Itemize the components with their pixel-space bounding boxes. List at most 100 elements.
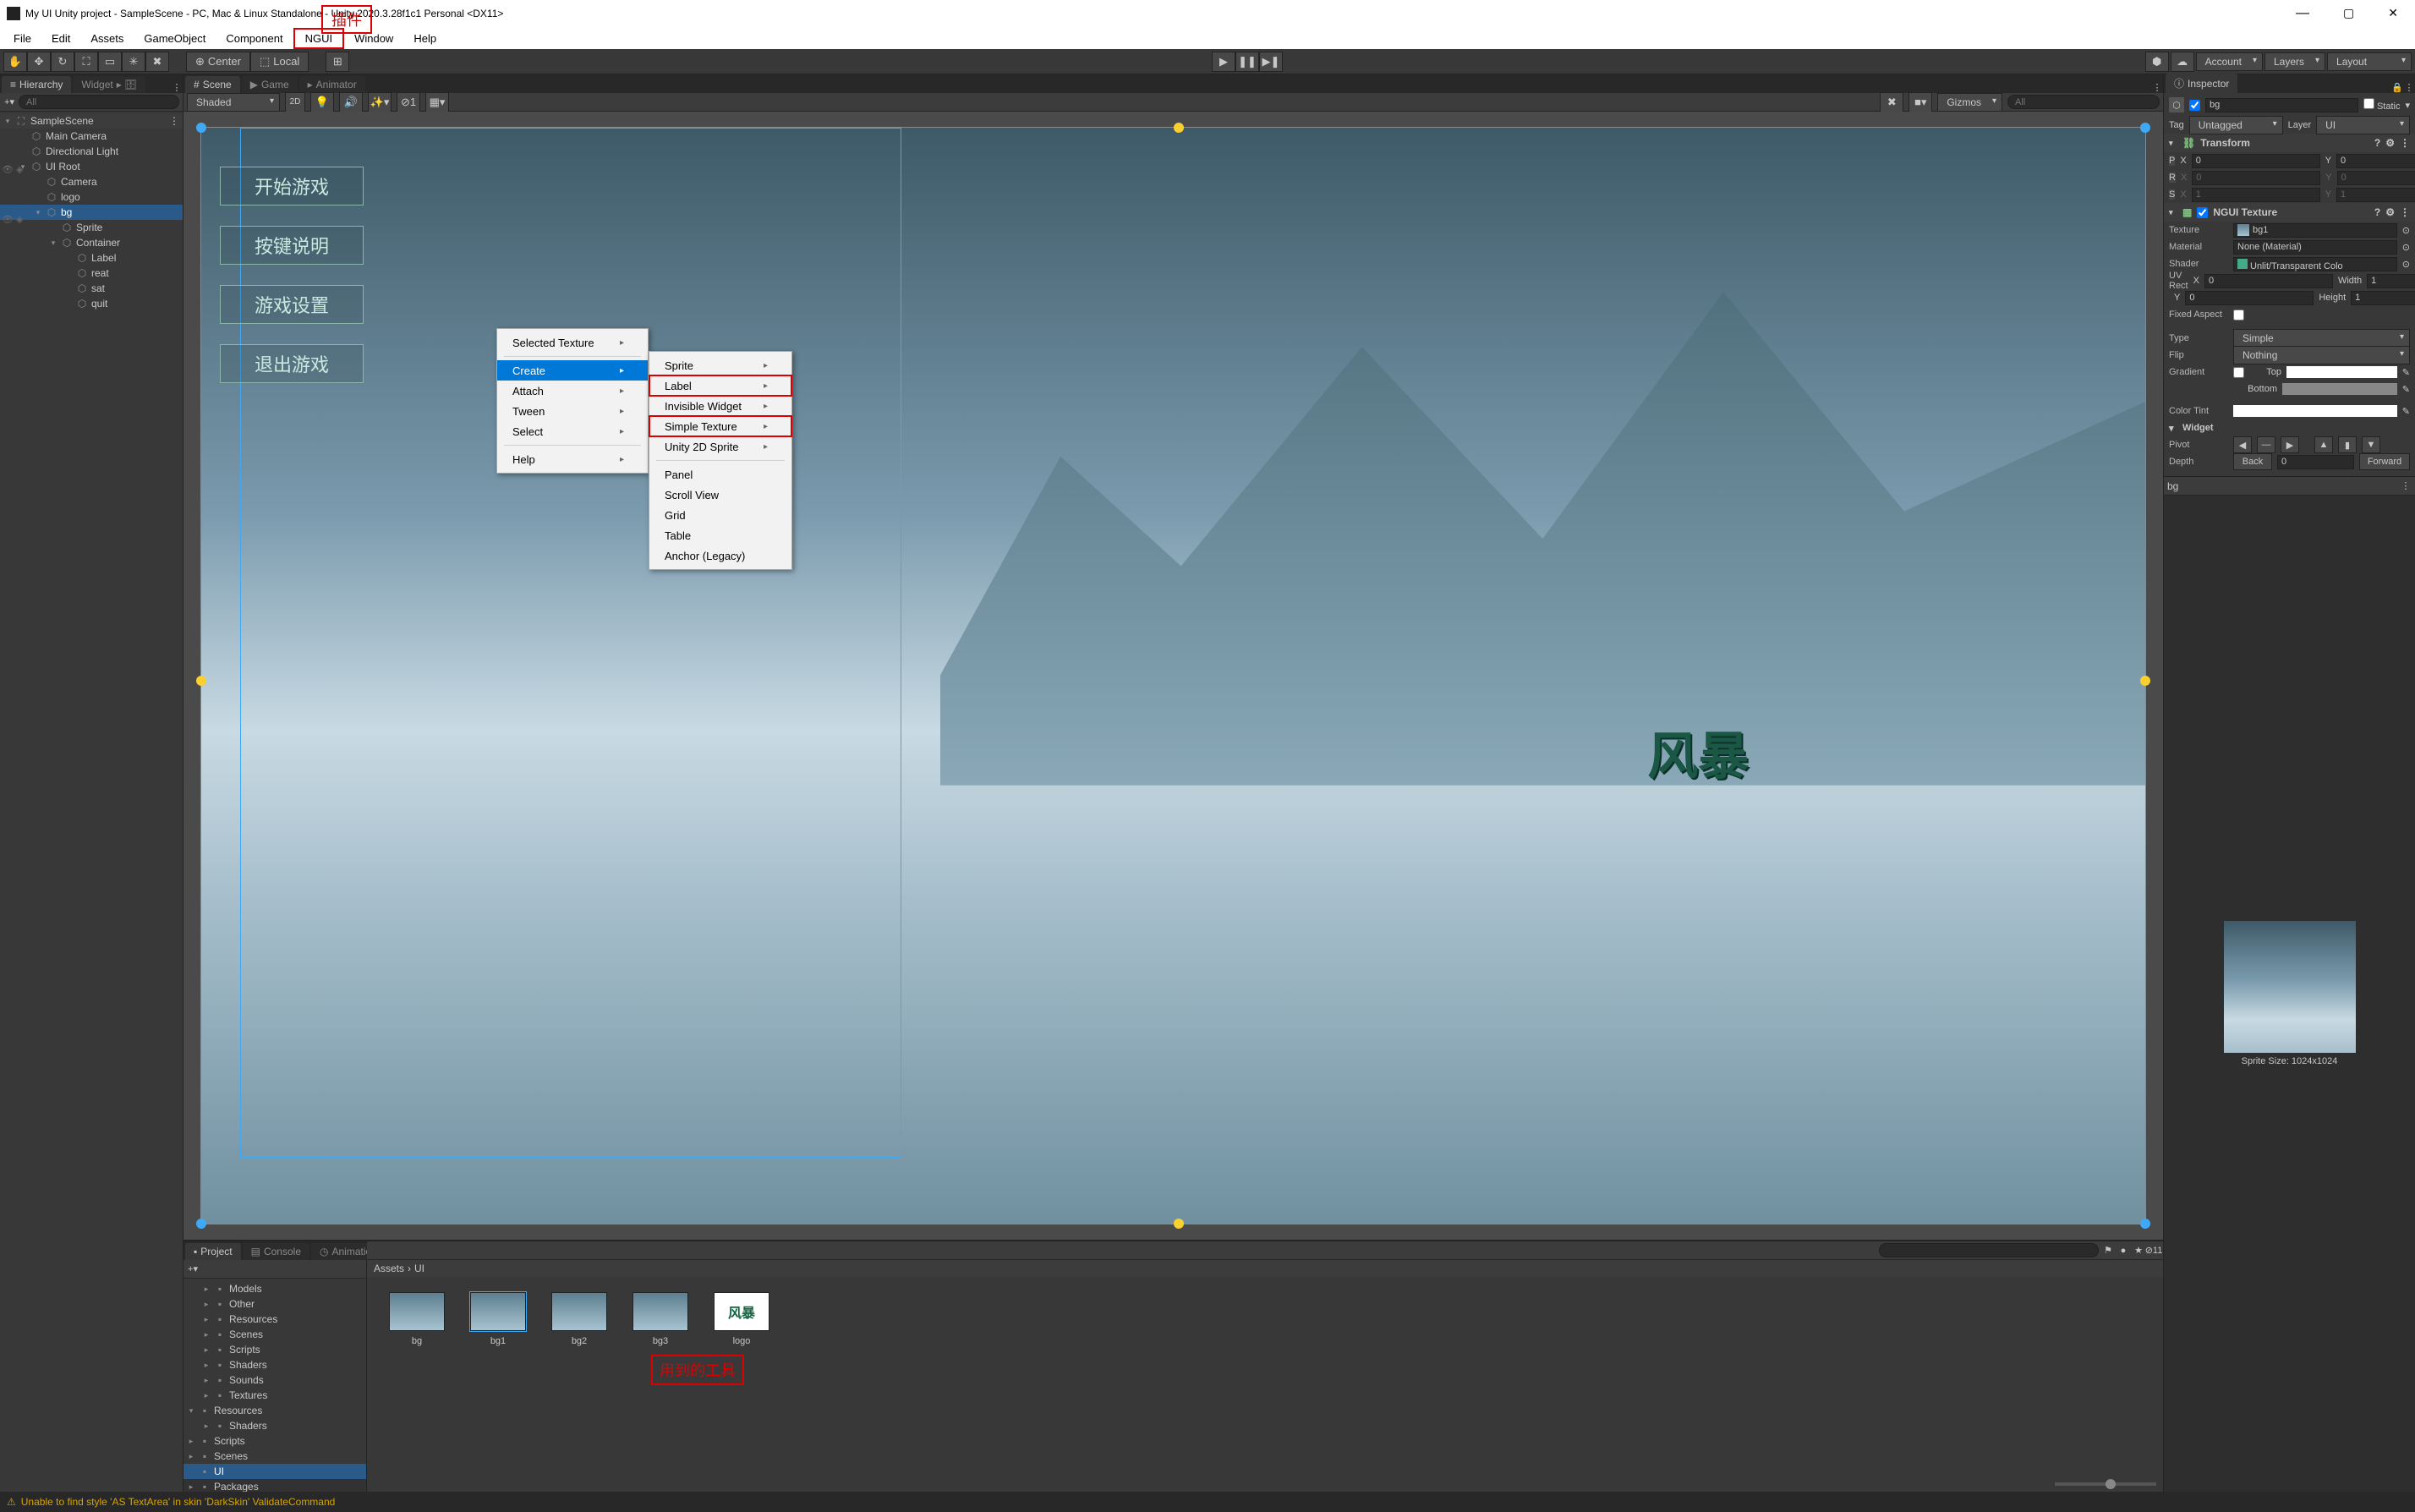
texture-field[interactable]: bg1 (2233, 223, 2397, 238)
gizmo-handle[interactable] (196, 123, 206, 133)
gizmo-handle[interactable] (2140, 676, 2150, 686)
collab-icon[interactable]: ⬢ (2145, 52, 2169, 72)
tree-item-bg[interactable]: ▾⬡bg (0, 205, 183, 220)
panel-menu-icon[interactable]: ⋮ (2151, 81, 2163, 93)
gradient-top-color[interactable] (2286, 366, 2397, 378)
type-dropdown[interactable]: Simple (2233, 329, 2410, 348)
gradient-checkbox[interactable] (2233, 367, 2244, 378)
folder-packages[interactable]: ▸▪Packages (183, 1479, 366, 1492)
folder-item[interactable]: ▸▪Sounds (183, 1372, 366, 1388)
flip-dropdown[interactable]: Nothing (2233, 346, 2410, 364)
gizmo-handle[interactable] (196, 1219, 206, 1229)
tools-icon[interactable]: ✖ (1880, 92, 1903, 112)
eyedropper-icon[interactable]: ✎ (2402, 406, 2410, 417)
rot-y[interactable] (2337, 171, 2415, 185)
tree-item[interactable]: ▾⬡UI Root (0, 159, 183, 174)
tag-dropdown[interactable]: Untagged (2189, 116, 2283, 134)
panel-menu-icon[interactable]: ⋮ (2400, 480, 2412, 492)
pos-y[interactable] (2336, 154, 2415, 168)
console-tab[interactable]: ▤ Console (243, 1243, 309, 1260)
project-search[interactable] (1879, 1243, 2099, 1257)
menu-help[interactable]: Help (403, 30, 446, 47)
object-picker-icon[interactable]: ⊙ (2402, 259, 2410, 270)
fixed-aspect-checkbox[interactable] (2233, 310, 2244, 320)
tree-item[interactable]: ⬡Label (0, 250, 183, 266)
widget-tab[interactable]: Widget ▸ 🗄 (73, 76, 145, 93)
preset-icon[interactable]: ⚙ (2385, 206, 2395, 218)
hand-tool-icon[interactable]: ✋ (3, 52, 27, 72)
folder-item[interactable]: ▸▪Shaders (183, 1418, 366, 1433)
asset-item[interactable]: bg2 (546, 1292, 612, 1346)
pos-x[interactable] (2192, 154, 2320, 168)
depth-forward-button[interactable]: Forward (2359, 453, 2410, 470)
menu-ngui[interactable]: NGUI (293, 28, 345, 49)
step-button[interactable]: ▶❚ (1259, 52, 1283, 72)
gizmo-handle[interactable] (2140, 1219, 2150, 1229)
menu-gameobject[interactable]: GameObject (134, 30, 216, 47)
ctx-panel[interactable]: Panel (649, 464, 791, 485)
pivot-vcenter[interactable]: ▮ (2338, 436, 2357, 453)
ctx-anchor[interactable]: Anchor (Legacy) (649, 545, 791, 566)
tree-item[interactable]: ⬡Directional Light (0, 144, 183, 159)
create-dropdown-icon[interactable]: +▾ (3, 96, 15, 108)
custom-tool-icon[interactable]: ✖ (145, 52, 169, 72)
folder-item[interactable]: ▾▪Resources (183, 1403, 366, 1418)
shading-mode-dropdown[interactable]: Shaded (187, 93, 280, 112)
eyedropper-icon[interactable]: ✎ (2402, 367, 2410, 378)
light-toggle-icon[interactable]: 💡 (310, 92, 334, 112)
lock-icon[interactable]: 🔒 (2391, 81, 2403, 93)
account-dropdown[interactable]: Account (2196, 52, 2263, 71)
play-button[interactable]: ▶ (1212, 52, 1235, 72)
folder-item[interactable]: ▸▪Models (183, 1281, 366, 1296)
ctx-invisible-widget[interactable]: Invisible Widget▸ (649, 396, 791, 416)
ctx-unity-2d-sprite[interactable]: Unity 2D Sprite▸ (649, 436, 791, 457)
scale-x[interactable] (2192, 188, 2320, 202)
camera-icon[interactable]: ■▾ (1908, 92, 1932, 112)
rotate-tool-icon[interactable]: ↻ (51, 52, 74, 72)
asset-item[interactable]: bg1 (465, 1292, 531, 1346)
ctx-sprite[interactable]: Sprite▸ (649, 355, 791, 375)
scene-view[interactable]: 风暴 开始游戏 按键说明 游戏设置 退出游戏 (183, 112, 2163, 1240)
cloud-icon[interactable]: ☁ (2171, 52, 2194, 72)
menu-start-game[interactable]: 开始游戏 (220, 167, 364, 205)
inspector-tab[interactable]: ⓘ Inspector (2166, 74, 2237, 93)
ctx-help[interactable]: Help▸ (497, 449, 648, 469)
uv-height[interactable] (2351, 291, 2415, 305)
active-checkbox[interactable] (2189, 100, 2200, 111)
pivot-left[interactable]: ◀ (2233, 436, 2252, 453)
help-icon[interactable]: ? (2374, 206, 2380, 218)
audio-toggle-icon[interactable]: 🔊 (339, 92, 363, 112)
color-tint-field[interactable] (2233, 405, 2397, 417)
ctx-table[interactable]: Table (649, 525, 791, 545)
minimize-button[interactable]: — (2296, 6, 2309, 21)
panel-menu-icon[interactable]: ⋮ (171, 81, 183, 93)
pause-button[interactable]: ❚❚ (1235, 52, 1259, 72)
pivot-bottom[interactable]: ▼ (2362, 436, 2380, 453)
menu-key-help[interactable]: 按键说明 (220, 226, 364, 265)
transform-tool-icon[interactable]: ✳ (122, 52, 145, 72)
pivot-right[interactable]: ▶ (2281, 436, 2299, 453)
tree-item[interactable]: ▾⬡Container (0, 235, 183, 250)
ctx-simple-texture[interactable]: Simple Texture▸ (649, 416, 791, 436)
ctx-scroll-view[interactable]: Scroll View (649, 485, 791, 505)
tree-item[interactable]: ⬡quit (0, 296, 183, 311)
folder-ui[interactable]: ▪UI (183, 1464, 366, 1479)
gizmo-handle[interactable] (196, 676, 206, 686)
object-picker-icon[interactable]: ⊙ (2402, 225, 2410, 236)
ctx-attach[interactable]: Attach▸ (497, 381, 648, 401)
asset-item[interactable]: 风暴logo (709, 1292, 775, 1346)
thumbnail-size-slider[interactable] (2055, 1482, 2156, 1486)
tree-item[interactable]: ⬡Camera (0, 174, 183, 189)
filter-icon[interactable]: ● (2117, 1245, 2129, 1257)
project-tab[interactable]: ▪ Project (185, 1243, 241, 1260)
transform-component-header[interactable]: ▾⛓Transform ?⚙⋮ (2164, 134, 2415, 152)
layout-dropdown[interactable]: Layout (2327, 52, 2412, 71)
depth-back-button[interactable]: Back (2233, 453, 2272, 470)
folder-item[interactable]: ▸▪Scenes (183, 1449, 366, 1464)
folder-item[interactable]: ▸▪Resources (183, 1312, 366, 1327)
fx-toggle-icon[interactable]: ✨▾ (368, 92, 392, 112)
move-tool-icon[interactable]: ✥ (27, 52, 51, 72)
preset-icon[interactable]: ⚙ (2385, 137, 2395, 149)
close-button[interactable]: ✕ (2388, 6, 2398, 21)
filter-icon[interactable]: ⚑ (2102, 1245, 2114, 1257)
